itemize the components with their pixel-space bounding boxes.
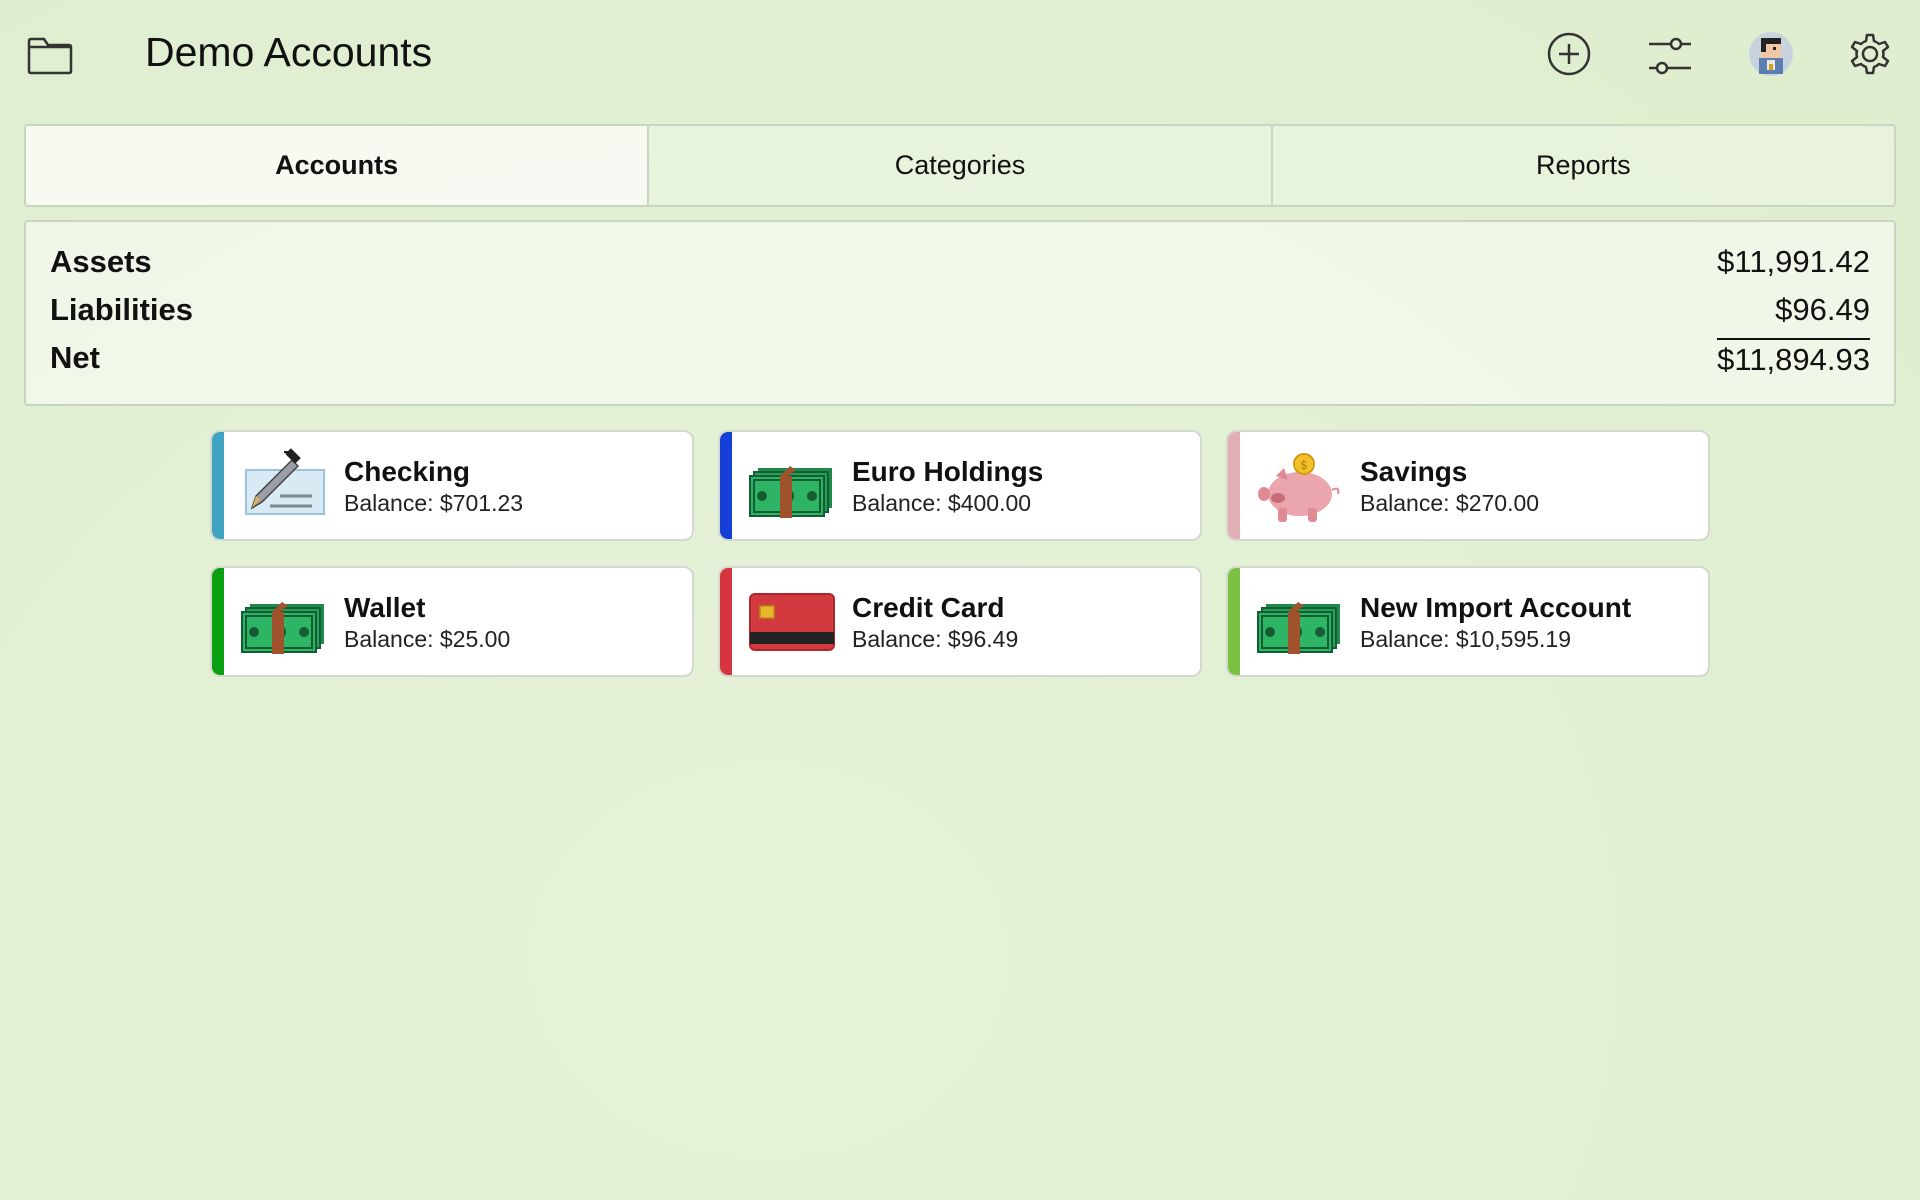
account-color-stripe	[1228, 568, 1240, 675]
checkbook-icon	[240, 446, 328, 526]
tab-accounts[interactable]: Accounts	[26, 126, 649, 205]
account-balance: Balance: $25.00	[344, 626, 510, 653]
account-color-stripe	[212, 568, 224, 675]
sliders-icon[interactable]	[1646, 30, 1694, 78]
piggy-bank-icon: $	[1256, 446, 1344, 526]
account-name: Euro Holdings	[852, 456, 1043, 488]
net-label: Net	[50, 340, 100, 376]
tab-categories[interactable]: Categories	[649, 126, 1272, 205]
cash-stack-icon	[748, 446, 836, 526]
add-circle-icon[interactable]	[1545, 30, 1593, 78]
account-name: Checking	[344, 456, 470, 488]
account-color-stripe	[720, 568, 732, 675]
assets-row: Assets $11,991.42	[50, 242, 1870, 282]
account-color-stripe	[720, 432, 732, 539]
summary-panel: Assets $11,991.42 Liabilities $96.49 Net…	[24, 220, 1896, 406]
account-card-new-import-account[interactable]: New Import Account Balance: $10,595.19	[1226, 566, 1710, 677]
net-value: $11,894.93	[1717, 338, 1870, 378]
cash-stack-icon	[1256, 582, 1344, 662]
cash-stack-icon	[240, 582, 328, 662]
tab-reports[interactable]: Reports	[1273, 126, 1894, 205]
account-balance: Balance: $701.23	[344, 490, 523, 517]
account-card-euro-holdings[interactable]: Euro Holdings Balance: $400.00	[718, 430, 1202, 541]
account-color-stripe	[1228, 432, 1240, 539]
account-balance: Balance: $270.00	[1360, 490, 1539, 517]
app-title: Demo Accounts	[145, 29, 432, 76]
account-name: Credit Card	[852, 592, 1004, 624]
account-name: Wallet	[344, 592, 425, 624]
avatar[interactable]	[1747, 30, 1795, 78]
gear-icon[interactable]	[1846, 30, 1894, 78]
folder-icon[interactable]	[26, 33, 74, 75]
account-balance: Balance: $10,595.19	[1360, 626, 1571, 653]
account-name: New Import Account	[1360, 592, 1631, 624]
svg-text:$: $	[1300, 458, 1308, 472]
liabilities-label: Liabilities	[50, 292, 193, 328]
account-balance: Balance: $96.49	[852, 626, 1018, 653]
account-card-savings[interactable]: $ Savings Balance: $270.00	[1226, 430, 1710, 541]
assets-label: Assets	[50, 244, 152, 280]
liabilities-value: $96.49	[1775, 292, 1870, 328]
account-card-checking[interactable]: Checking Balance: $701.23	[210, 430, 694, 541]
top-bar: Demo Accounts	[0, 0, 1920, 110]
net-row: Net $11,894.93	[50, 338, 1870, 378]
account-card-wallet[interactable]: Wallet Balance: $25.00	[210, 566, 694, 677]
account-name: Savings	[1360, 456, 1467, 488]
account-card-credit-card[interactable]: Credit Card Balance: $96.49	[718, 566, 1202, 677]
account-balance: Balance: $400.00	[852, 490, 1031, 517]
credit-card-icon	[748, 582, 836, 662]
main-tabs: Accounts Categories Reports	[24, 124, 1896, 207]
assets-value: $11,991.42	[1717, 244, 1870, 280]
liabilities-row: Liabilities $96.49	[50, 290, 1870, 330]
account-color-stripe	[212, 432, 224, 539]
